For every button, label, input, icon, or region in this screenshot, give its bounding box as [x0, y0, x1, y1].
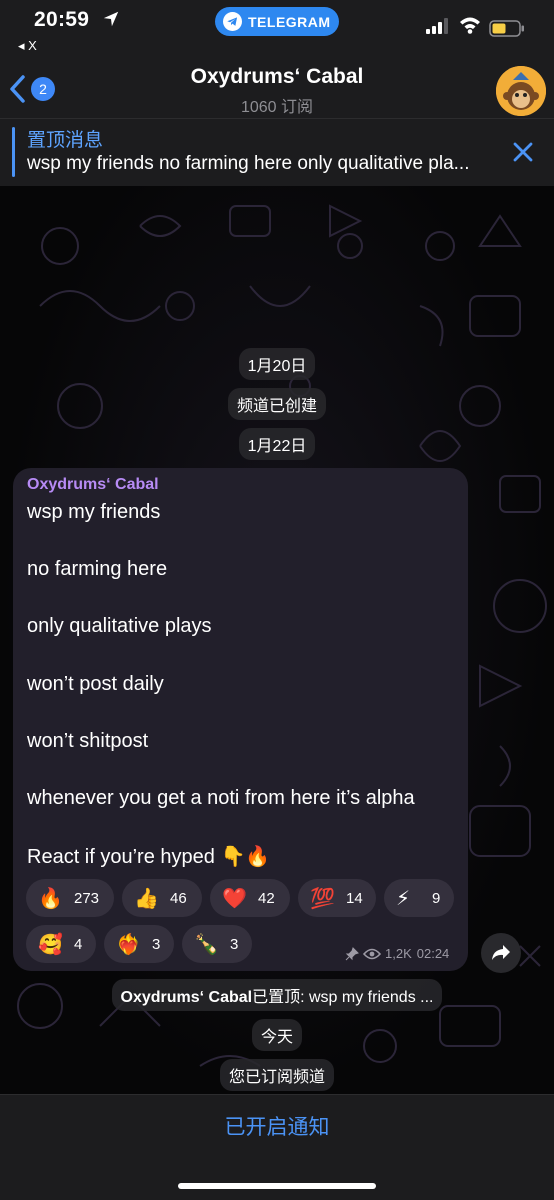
- date-label: 1月20日: [238, 348, 316, 380]
- message-author[interactable]: Oxydrums‘ Cabal: [27, 476, 159, 494]
- heart-on-fire-icon: ❤️‍🔥: [116, 933, 141, 956]
- message-line: no farming here: [27, 558, 168, 580]
- reaction-champagne[interactable]: 🍾 3: [182, 925, 252, 963]
- subscribed-label: 您已订阅频道: [219, 1059, 334, 1091]
- thumbs-up-icon: 👍: [134, 887, 159, 910]
- reaction-thumbs-up[interactable]: 👍 46: [122, 879, 202, 917]
- channel-title[interactable]: Oxydrums‘ Cabal: [0, 65, 554, 89]
- reaction-count: 3: [230, 935, 239, 953]
- reaction-count: 46: [170, 889, 187, 907]
- hundred-points-icon: 💯: [310, 887, 335, 910]
- channel-avatar[interactable]: [496, 66, 546, 116]
- bottom-bar: 已开启通知: [0, 1094, 554, 1200]
- subscriber-count: 1060 订阅: [240, 99, 314, 116]
- pinned-accent-bar: [12, 127, 15, 177]
- monkey-avatar-icon: [496, 66, 546, 116]
- pin-icon: [345, 946, 359, 960]
- share-button[interactable]: [481, 933, 521, 973]
- telegram-app-pill[interactable]: TELEGRAM: [215, 7, 339, 36]
- message-line: won’t post daily: [27, 673, 164, 695]
- heart-icon: ❤️: [222, 887, 247, 910]
- message-line: only qualitative plays: [27, 615, 212, 637]
- status-time: 20:59: [34, 8, 90, 31]
- date-separator: 1月20日: [0, 348, 554, 380]
- pinned-title: 置顶消息: [27, 130, 104, 151]
- service-message-pinned[interactable]: Oxydrums‘ Cabal 已置顶: wsp my friends ...: [0, 979, 554, 1011]
- reaction-smiling-hearts[interactable]: 🥰 4: [26, 925, 96, 963]
- wifi-icon: [460, 17, 480, 34]
- message-time: 02:24: [416, 946, 450, 961]
- cellular-signal-icon: [426, 18, 448, 34]
- pinned-text: wsp my friends no farming here only qual…: [27, 153, 470, 174]
- telegram-pill-label: TELEGRAM: [248, 13, 331, 30]
- lightning-icon: ⚡: [396, 887, 411, 910]
- reaction-count: 9: [432, 889, 441, 907]
- battery-icon: [489, 20, 524, 37]
- message-line: whenever you get a noti from here it’s a…: [27, 787, 415, 809]
- champagne-icon: 🍾: [194, 933, 219, 956]
- reaction-lightning[interactable]: ⚡ 9: [384, 879, 454, 917]
- share-arrow-icon: [492, 945, 510, 960]
- close-icon[interactable]: [510, 139, 536, 165]
- service-message-created: 频道已创建: [0, 388, 554, 420]
- message-line: won’t shitpost: [27, 730, 149, 752]
- eye-icon: [363, 948, 381, 959]
- chat-area[interactable]: 1月20日 频道已创建 1月22日 Oxydrums‘ Cabal wsp my…: [0, 186, 554, 1094]
- date-separator: 今天: [0, 1019, 554, 1051]
- reaction-hundred[interactable]: 💯 14: [298, 879, 376, 917]
- fire-icon: 🔥: [38, 887, 63, 910]
- reaction-count: 14: [346, 889, 363, 907]
- service-message-subscribed: 您已订阅频道: [0, 1059, 554, 1091]
- pinned-message-bar[interactable]: 置顶消息 wsp my friends no farming here only…: [0, 118, 554, 186]
- chat-header: 2 Oxydrums‘ Cabal 1060 订阅: [0, 60, 554, 118]
- message-bubble[interactable]: Oxydrums‘ Cabal wsp my friends no farmin…: [13, 468, 468, 971]
- home-indicator[interactable]: [178, 1183, 376, 1189]
- message-line: wsp my friends: [27, 501, 161, 523]
- reaction-heart-on-fire[interactable]: ❤️‍🔥 3: [104, 925, 174, 963]
- date-label: 今天: [251, 1019, 302, 1051]
- location-arrow-icon: [103, 11, 119, 27]
- reaction-count: 3: [152, 935, 161, 953]
- reaction-heart[interactable]: ❤️ 42: [210, 879, 290, 917]
- reaction-count: 273: [74, 889, 100, 907]
- smiling-face-hearts-icon: 🥰: [38, 933, 63, 956]
- date-separator: 1月22日: [0, 428, 554, 460]
- status-bar: 20:59 ◂ X TELEGRAM: [0, 0, 554, 60]
- message-meta: 1,2K 02:24: [345, 946, 449, 961]
- created-label: 频道已创建: [227, 388, 326, 420]
- pinned-note-author: Oxydrums‘ Cabal: [120, 989, 253, 1006]
- reaction-fire[interactable]: 🔥 273: [26, 879, 114, 917]
- pinned-note-text: 已置顶: wsp my friends ...: [252, 989, 434, 1006]
- reaction-count: 42: [258, 889, 275, 907]
- date-label: 1月22日: [238, 428, 316, 460]
- reaction-count: 4: [74, 935, 83, 953]
- back-to-app-link[interactable]: ◂ X: [18, 38, 37, 54]
- message-line: React if you’re hyped 👇🔥: [27, 846, 271, 868]
- view-count: 1,2K: [385, 946, 412, 961]
- notifications-toggle-button[interactable]: 已开启通知: [0, 1111, 554, 1141]
- telegram-icon: [223, 12, 242, 31]
